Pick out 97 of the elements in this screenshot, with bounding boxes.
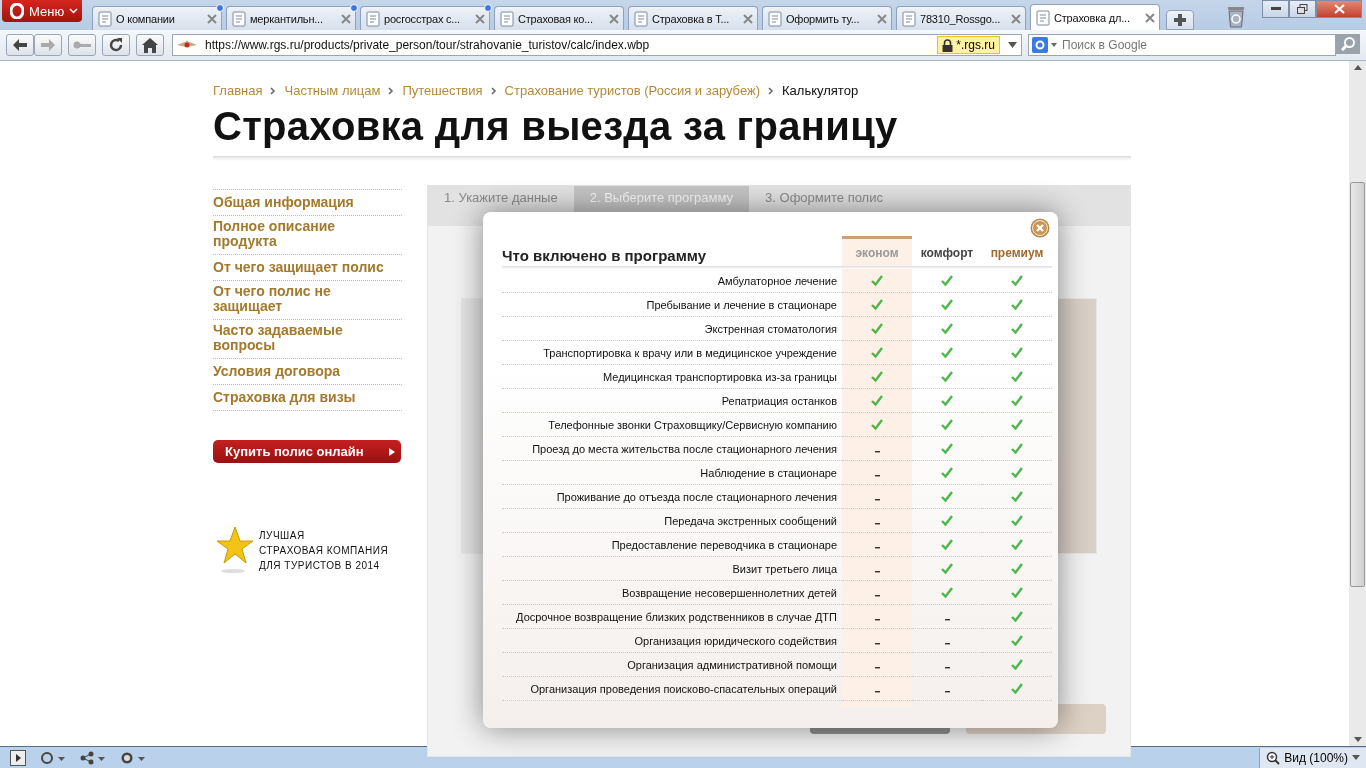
browser-tab[interactable]: 78310_Rossgo... — [896, 6, 1026, 30]
home-button[interactable] — [136, 34, 164, 56]
scrollbar[interactable] — [1349, 61, 1366, 746]
maximize-button[interactable] — [1289, 0, 1316, 18]
scroll-down-icon[interactable] — [1353, 737, 1362, 742]
plus-icon — [1173, 13, 1187, 27]
tab-title: росгосстрах с... — [384, 12, 461, 25]
update-dot — [216, 4, 224, 12]
back-button[interactable] — [6, 34, 34, 56]
chevron-icon — [768, 86, 774, 95]
page-icon — [499, 10, 515, 27]
triangle-icon — [389, 447, 395, 456]
lock-icon — [942, 38, 954, 52]
browser-tab[interactable]: Страховка в Т... — [628, 6, 758, 30]
page-icon — [1035, 9, 1051, 26]
dropdown-caret-icon[interactable] — [1008, 42, 1017, 48]
page-icon — [767, 10, 783, 27]
key-icon — [73, 41, 91, 49]
url-text: https://www.rgs.ru/products/private_person/tour/strahovanie_turistov/calc/index.wbp — [205, 38, 651, 52]
sidebar-link[interactable]: Часто задаваемые вопросы — [213, 323, 402, 353]
plan-column-header[interactable]: комфорт — [912, 236, 982, 266]
browser-tab[interactable]: Страховая ко... — [494, 6, 624, 30]
back-arrow-icon — [13, 39, 27, 51]
close-icon[interactable] — [1145, 12, 1155, 23]
award-text: ДЛЯ ТУРИСТОВ В 2014 — [259, 558, 381, 573]
tab-title: меркантильн... — [250, 12, 324, 25]
page-icon — [633, 10, 649, 27]
close-icon[interactable] — [609, 13, 619, 24]
menu-button[interactable]: Меню — [2, 0, 82, 22]
chevron-icon — [270, 86, 277, 95]
breadcrumb-link[interactable]: Главная — [213, 83, 263, 98]
close-icon[interactable] — [207, 13, 217, 24]
browser-tab[interactable]: Оформить ту... — [762, 6, 892, 30]
panel-toggle-icon[interactable] — [10, 749, 26, 766]
browser-tab[interactable]: О компании — [92, 6, 222, 30]
close-window-button[interactable] — [1316, 0, 1362, 18]
share-icon[interactable] — [80, 750, 106, 765]
caret-icon — [69, 8, 79, 14]
zoom-icon — [1266, 750, 1281, 765]
close-icon[interactable] — [341, 13, 351, 24]
browser-tab[interactable]: меркантильн... — [226, 6, 356, 30]
award-text: ЛУЧШАЯ — [259, 528, 306, 543]
chevron-icon — [388, 86, 395, 95]
sidebar-link[interactable]: От чего защищает полис — [213, 260, 384, 275]
address-field[interactable]: https://www.rgs.ru/products/private_person/tour/strahovanie_turistov/calc/index.wbp *.rgs.ru — [172, 34, 1022, 56]
close-icon[interactable] — [475, 13, 485, 24]
close-icon[interactable] — [877, 13, 887, 24]
sidebar-link[interactable]: Общая информация — [213, 195, 354, 210]
buy-policy-button[interactable]: Купить полис онлайн — [213, 440, 401, 463]
restore-icon — [1297, 4, 1308, 14]
search-icon — [1341, 37, 1355, 51]
page-icon — [231, 10, 247, 27]
reload-button[interactable] — [102, 34, 130, 56]
breadcrumb-link[interactable]: Страхование туристов (Россия и зарубеж) — [504, 83, 760, 98]
plan-column-header[interactable]: эконом — [842, 236, 912, 266]
close-icon[interactable] — [743, 13, 753, 24]
browser-tab[interactable]: Страховка дл... — [1030, 4, 1160, 30]
security-badge[interactable]: *.rgs.ru — [937, 36, 1000, 54]
browser-tab[interactable]: росгосстрах с... — [360, 6, 490, 30]
close-icon[interactable] — [1011, 13, 1021, 24]
opera-icon — [10, 3, 24, 19]
minimize-button[interactable] — [1262, 0, 1289, 18]
tab-title: О компании — [116, 12, 176, 25]
sidebar-link[interactable]: Полное описание продукта — [213, 219, 402, 249]
plan-column-header[interactable]: премиум — [982, 236, 1052, 266]
scroll-up-icon[interactable] — [1353, 65, 1362, 70]
tab-title: Страховка дл... — [1054, 11, 1131, 24]
breadcrumb-link[interactable]: Путешествия — [402, 83, 483, 98]
caret-icon — [1352, 755, 1360, 760]
scrollbar-thumb[interactable] — [1350, 182, 1365, 587]
tab-title: Страховка в Т... — [652, 12, 731, 25]
page-icon — [365, 10, 381, 27]
new-tab-button[interactable] — [1166, 10, 1194, 30]
page-icon — [901, 10, 917, 27]
reload-icon — [108, 37, 124, 53]
sidebar-link[interactable]: Условия договора — [213, 364, 341, 379]
tab-title: 78310_Rossgo... — [920, 12, 1002, 25]
tab-title: Оформить ту... — [786, 12, 861, 25]
award-text: СТРАХОВАЯ КОМПАНИЯ — [259, 543, 389, 558]
page-icon — [97, 10, 113, 27]
page-title: Страховка для выезда за границу — [213, 103, 899, 150]
chevron-icon — [490, 86, 497, 95]
home-icon — [142, 37, 158, 53]
dialog-title: Что включено в программу — [502, 245, 707, 266]
update-dot — [350, 4, 358, 12]
zoom-button[interactable]: Вид (100%) — [1259, 747, 1366, 768]
breadcrumb-link[interactable]: Частным лицам — [284, 83, 381, 98]
close-icon — [1333, 4, 1345, 14]
sidebar-link[interactable]: От чего полис не защищает — [213, 284, 402, 314]
forward-arrow-icon — [41, 39, 55, 51]
search-button[interactable] — [1336, 34, 1360, 54]
trash-icon[interactable] — [1226, 4, 1246, 28]
sidebar-link[interactable]: Страховка для визы — [213, 390, 356, 405]
tab-title: Страховая ко... — [518, 12, 594, 25]
close-icon[interactable] — [1030, 218, 1050, 238]
update-dot — [484, 4, 492, 12]
minimize-icon — [1270, 7, 1281, 11]
